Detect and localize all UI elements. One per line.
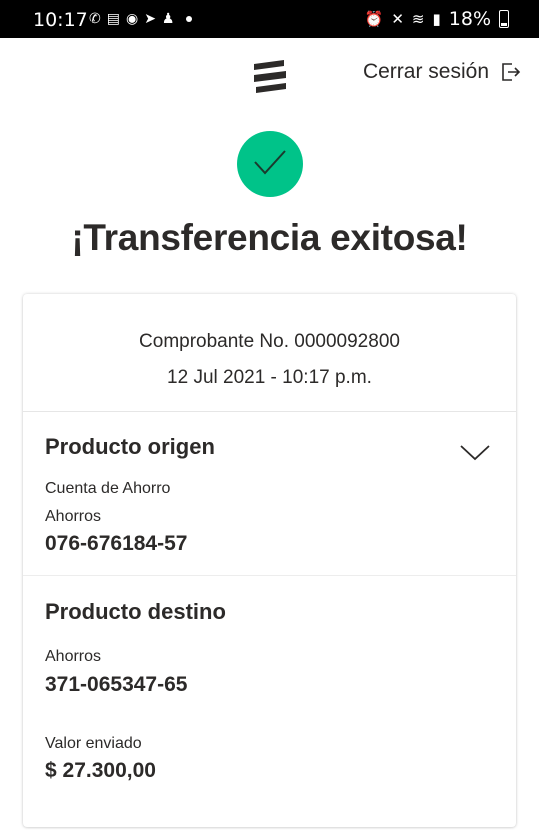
amount-label: Valor enviado — [45, 735, 142, 752]
system-icons: ⏰ ✕ ≋ ▮ 18% — [365, 8, 509, 30]
chevron-down-icon[interactable] — [459, 444, 491, 462]
receipt-datetime: 12 Jul 2021 - 10:17 p.m. — [167, 367, 372, 388]
battery-icon — [499, 10, 509, 28]
bank-logo-icon[interactable] — [250, 57, 290, 97]
logout-icon — [502, 63, 521, 81]
news-icon: ▤ — [106, 11, 120, 27]
success-badge — [237, 131, 303, 197]
status-time: 10:17 — [33, 9, 88, 31]
amount-value: $ 27.300,00 — [45, 759, 156, 782]
mute-icon: ✕ — [391, 10, 404, 28]
messenger-icon: ◉ — [125, 11, 139, 27]
destination-product-label: Ahorros — [45, 648, 102, 665]
alarm-icon: ⏰ — [364, 10, 384, 28]
destination-account-number: 371-065347-65 — [45, 673, 188, 696]
logout-label: Cerrar sesión — [362, 60, 489, 83]
logout-button[interactable]: Cerrar sesión — [363, 60, 521, 84]
origin-product-section[interactable]: Producto origen Cuenta de Ahorro Ahorros… — [23, 412, 516, 576]
origin-product-label: Ahorros — [45, 508, 102, 525]
destination-title: Producto destino — [45, 599, 226, 624]
success-title: ¡Transferencia exitosa! — [71, 217, 468, 258]
check-icon — [254, 150, 286, 175]
wifi-icon: ≋ — [411, 10, 425, 28]
receipt-header: Comprobante No. 0000092800 12 Jul 2021 -… — [23, 294, 516, 412]
telegram-icon: ➤ — [144, 11, 156, 27]
destination-product-section: Producto destino Ahorros 371-065347-65 V… — [23, 576, 516, 827]
more-notifications-icon — [186, 16, 193, 22]
origin-account-type: Cuenta de Ahorro — [45, 480, 171, 497]
status-bar: 10:17 ✆ ▤ ◉ ➤ ♟ ⏰ ✕ ≋ ▮ 18% — [0, 0, 539, 38]
snapchat-icon: ♟ — [161, 11, 175, 27]
origin-title: Producto origen — [45, 434, 215, 459]
origin-account-number: 076-676184-57 — [45, 532, 188, 555]
battery-percent: 18% — [448, 8, 491, 30]
signal-icon: ▮ — [432, 10, 441, 28]
receipt-number: Comprobante No. 0000092800 — [139, 331, 400, 352]
transfer-receipt-card: Comprobante No. 0000092800 12 Jul 2021 -… — [23, 294, 516, 827]
whatsapp-icon: ✆ — [89, 11, 101, 27]
notification-icons: ✆ ▤ ◉ ➤ ♟ — [89, 10, 193, 28]
